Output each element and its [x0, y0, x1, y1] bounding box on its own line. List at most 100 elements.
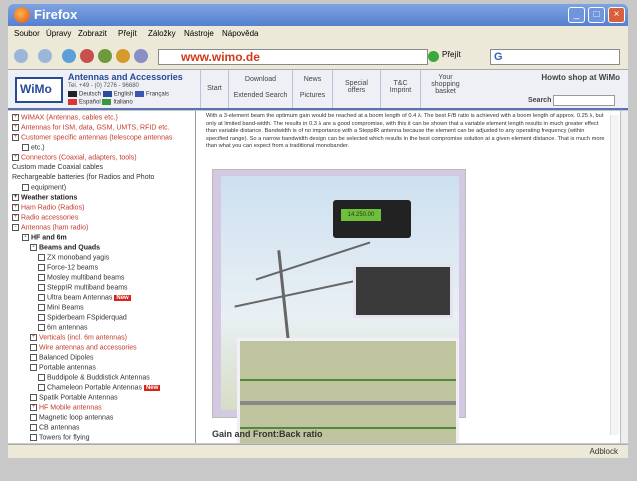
bullet-icon[interactable] — [38, 304, 45, 311]
sidebar-item[interactable]: - Antennas (ham radio) — [12, 224, 88, 231]
menu-item-zobrazit[interactable]: Zobrazit — [78, 29, 107, 38]
sidebar-item[interactable]: + Connectors (Coaxial, adapters, tools) — [12, 154, 137, 161]
sidebar-item[interactable]: - HF and 6m — [22, 234, 67, 241]
sidebar-item[interactable]: Towers for flying — [30, 434, 90, 441]
sidebar-item[interactable]: Chameleon Portable Antennas New — [38, 384, 161, 392]
menu-item-soubor[interactable]: Soubor — [14, 29, 40, 38]
sidebar-item[interactable]: + Antennas for ISM, data, GSM, UMTS, RFID… — [12, 124, 170, 131]
nav-pictures[interactable]: Pictures — [293, 92, 332, 99]
expand-icon[interactable]: + — [12, 204, 19, 211]
sidebar-item[interactable]: Wire antennas and accessories — [30, 344, 137, 351]
sidebar-item[interactable]: + WiMAX (Antennas, cables etc.) — [12, 114, 118, 121]
sidebar-item[interactable]: Rechargeable batteries (for Radios and P… — [12, 174, 154, 181]
bullet-icon[interactable] — [30, 354, 37, 361]
sidebar-item[interactable]: Buddipole & Buddistick Antennas — [38, 374, 150, 381]
bullet-icon[interactable] — [30, 394, 37, 401]
sidebar-item[interactable]: Mosley multiband beams — [38, 274, 124, 281]
reload-icon[interactable] — [62, 49, 76, 63]
bullet-icon[interactable] — [38, 254, 45, 261]
bullet-icon[interactable] — [38, 294, 45, 301]
sidebar-item[interactable]: + Radio accessories — [12, 214, 78, 221]
menu-item-prejit[interactable]: Přejít — [118, 29, 137, 38]
nav-special-offers[interactable]: Special offers — [332, 70, 380, 108]
sidebar-item[interactable]: Balanced Dipoles — [30, 354, 93, 361]
bullet-icon[interactable] — [38, 374, 45, 381]
go-icon[interactable] — [428, 51, 439, 62]
sidebar-item[interactable]: + Customer specific antennas (telescope a… — [12, 134, 172, 141]
sidebar-item[interactable]: + Ham Radio (Radios) — [12, 204, 84, 211]
bullet-icon[interactable] — [38, 324, 45, 331]
expand-icon[interactable]: + — [12, 114, 19, 121]
expand-icon[interactable]: + — [12, 124, 19, 131]
menu-item-napoveda[interactable]: Nápověda — [222, 29, 258, 38]
bullet-icon[interactable] — [38, 264, 45, 271]
search-engine-box[interactable]: G — [490, 49, 620, 65]
lang-espanol[interactable]: Español — [79, 100, 101, 106]
lang-francais[interactable]: Français — [146, 92, 169, 98]
expand-icon[interactable]: + — [12, 194, 19, 201]
site-logo[interactable]: WiMo — [15, 77, 63, 103]
content-scrollbar[interactable] — [610, 115, 619, 435]
bullet-icon[interactable] — [22, 144, 29, 151]
expand-icon[interactable]: + — [30, 404, 37, 411]
nav-news[interactable]: News Pictures — [292, 70, 332, 108]
sidebar-item[interactable]: etc.) — [22, 144, 45, 151]
expand-icon[interactable]: + — [12, 214, 19, 221]
home-icon[interactable] — [98, 49, 112, 63]
bullet-icon[interactable] — [38, 284, 45, 291]
bullet-icon[interactable] — [38, 384, 45, 391]
window-scrollbar[interactable] — [620, 111, 628, 443]
bookmark-icon[interactable] — [116, 49, 130, 63]
lang-italiano[interactable]: Italiano — [113, 100, 132, 106]
menu-item-upravy[interactable]: Úpravy — [46, 29, 71, 38]
bullet-icon[interactable] — [30, 424, 37, 431]
sidebar-item[interactable]: Custom made Coaxial cables — [12, 164, 103, 171]
sidebar-item[interactable]: ZX monoband yagis — [38, 254, 109, 261]
sidebar-item[interactable]: CB antennas — [30, 424, 79, 431]
sidebar-item[interactable]: Portable antennas — [30, 364, 96, 371]
nav-tc-imprint[interactable]: T&C Imprint — [380, 70, 420, 108]
sidebar-item[interactable]: Spatik Portable Antennas — [30, 394, 118, 401]
expand-icon[interactable]: + — [12, 134, 19, 141]
nav-shopping-basket[interactable]: Your shopping basket — [420, 70, 470, 108]
sidebar-item[interactable]: Magnetic loop antennas — [30, 414, 113, 421]
sidebar-item[interactable]: SteppIR multiband beams — [38, 284, 128, 291]
menu-item-zalozky[interactable]: Záložky — [148, 29, 176, 38]
sidebar-item[interactable]: equipment) — [22, 184, 66, 191]
minimize-button[interactable]: _ — [568, 7, 585, 23]
collapse-icon[interactable]: - — [22, 234, 29, 241]
nav-download[interactable]: Download Extended Search — [228, 70, 292, 108]
sidebar-item[interactable]: Mini Beams — [38, 304, 84, 311]
bullet-icon[interactable] — [30, 414, 37, 421]
sidebar-item[interactable]: Force-12 beams — [38, 264, 98, 271]
sidebar-item[interactable]: Spiderbeam FSpiderquad — [38, 314, 127, 321]
bullet-icon[interactable] — [38, 314, 45, 321]
go-button[interactable]: Přejít — [442, 50, 461, 59]
address-bar[interactable]: www.wimo.de — [158, 49, 428, 65]
back-icon[interactable] — [14, 49, 28, 63]
collapse-icon[interactable]: - — [30, 244, 37, 251]
bullet-icon[interactable] — [22, 184, 29, 191]
howto-shop-link[interactable]: Howto shop at WiMo — [541, 73, 620, 82]
sidebar-item[interactable]: + HF Mobile antennas — [30, 404, 102, 411]
lang-deutsch[interactable]: Deutsch — [79, 92, 101, 98]
bullet-icon[interactable] — [38, 274, 45, 281]
expand-icon[interactable]: + — [12, 154, 19, 161]
maximize-button[interactable]: □ — [588, 7, 605, 23]
sidebar-item[interactable]: - Beams and Quads — [30, 244, 100, 251]
forward-icon[interactable] — [38, 49, 52, 63]
sidebar-item[interactable]: + Verticals (incl. 6m antennas) — [30, 334, 127, 341]
nav-extended-search[interactable]: Extended Search — [229, 92, 292, 99]
stop-icon[interactable] — [80, 49, 94, 63]
bullet-icon[interactable] — [30, 364, 37, 371]
close-button[interactable]: × — [608, 7, 625, 23]
status-text[interactable]: Adblock — [590, 447, 618, 456]
bullet-icon[interactable] — [30, 434, 37, 441]
expand-icon[interactable]: + — [30, 334, 37, 341]
bullet-icon[interactable] — [30, 344, 37, 351]
menu-item-nastroje[interactable]: Nástroje — [184, 29, 214, 38]
print-icon[interactable] — [134, 49, 148, 63]
sidebar-item[interactable]: Ultra beam Antennas New — [38, 294, 131, 302]
sidebar-item[interactable]: 6m antennas — [38, 324, 87, 331]
lang-english[interactable]: English — [114, 92, 134, 98]
